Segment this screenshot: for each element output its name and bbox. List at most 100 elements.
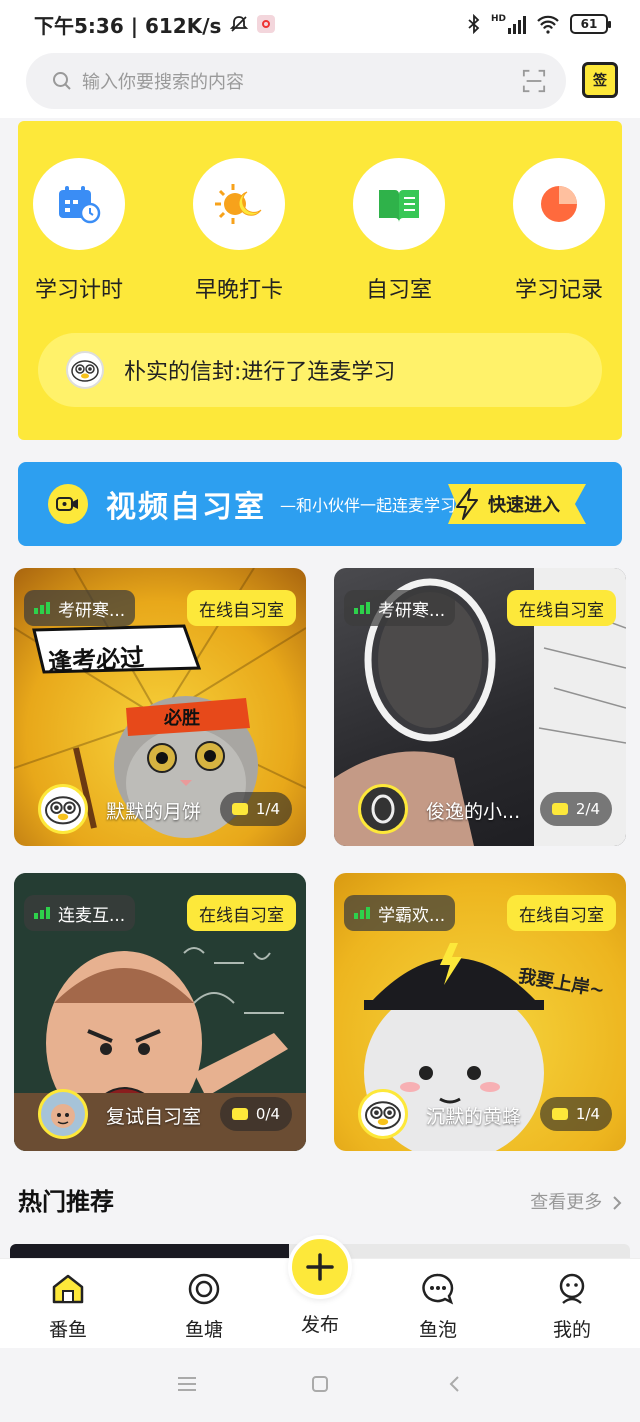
open-book-icon [379, 190, 419, 222]
home-square-icon[interactable] [311, 1375, 329, 1393]
shortcut-study-record[interactable]: 学习记录 [489, 158, 629, 304]
lightning-icon [456, 488, 478, 520]
host-name: 复试自习室 [106, 1106, 202, 1128]
room-card[interactable]: 连麦互... 在线自习室 复试自习室 0/4 [14, 873, 306, 1151]
online-badge: 在线自习室 [507, 590, 616, 626]
shortcut-panel: 学习计时 早晚打卡 自习室 学习记录 朴实的信封:进行了连麦学习 [18, 121, 622, 440]
shortcut-label: 早晚打卡 [194, 278, 283, 303]
fish-face-icon [365, 1101, 401, 1130]
signal-bars-icon [34, 602, 50, 614]
home-icon [50, 1271, 86, 1307]
nav-label: 鱼泡 [418, 1319, 457, 1341]
room-card[interactable]: 我要上岸~ 学霸欢... 在线自习室 沉默的黄蜂 1/4 [334, 873, 626, 1151]
ticker-avatar [66, 351, 104, 389]
seat-count-text: 1/4 [255, 800, 280, 818]
back-icon[interactable] [448, 1375, 460, 1393]
online-badge: 在线自习室 [187, 895, 296, 931]
chat-bubble-icon [420, 1271, 456, 1307]
fish-face-icon [71, 360, 99, 382]
online-badge: 在线自习室 [187, 590, 296, 626]
menu-icon[interactable] [177, 1376, 197, 1392]
sofa-icon [551, 1108, 568, 1120]
ring-light-icon [371, 794, 395, 824]
shortcut-study-timer[interactable]: 学习计时 [9, 158, 149, 304]
see-more-label: 查看更多 [530, 1192, 603, 1213]
wifi-icon [537, 15, 559, 34]
room-tag: 考研寒... [24, 590, 136, 626]
seat-count-text: 2/4 [575, 800, 600, 818]
shortcut-study-room[interactable]: 自习室 [329, 158, 469, 304]
room-tag: 连麦互... [24, 895, 136, 931]
app-notification-icon [257, 15, 276, 33]
signal-bars-icon [354, 907, 370, 919]
quick-enter-label: 快速进入 [488, 495, 560, 516]
shortcut-morning-night-checkin[interactable]: 早晚打卡 [169, 158, 309, 304]
search-row: 输入你要搜索的内容 签 [0, 48, 640, 118]
nav-item-profile[interactable]: 我的 [522, 1271, 622, 1342]
host-avatar[interactable] [38, 1089, 88, 1139]
nav-label: 番鱼 [48, 1319, 87, 1341]
bluetooth-icon [468, 14, 480, 34]
host-name: 俊逸的小... [426, 801, 521, 823]
seat-count-text: 0/4 [255, 1105, 280, 1123]
room-tag: 学霸欢... [344, 895, 456, 931]
seat-count: 1/4 [539, 1097, 612, 1131]
online-badge-text: 在线自习室 [199, 600, 284, 621]
nav-item-home[interactable]: 番鱼 [18, 1271, 118, 1342]
checkin-label: 签 [593, 73, 607, 89]
pie-chart-icon [541, 186, 577, 222]
profile-icon [554, 1271, 590, 1307]
room-card[interactable]: 考研寒... 在线自习室 俊逸的小... 2/4 [334, 568, 626, 846]
cover-caption: 逢考必过 [47, 643, 145, 677]
room-tag: 考研寒... [344, 590, 456, 626]
plus-icon [306, 1253, 334, 1281]
online-badge-text: 在线自习室 [519, 600, 604, 621]
cover-caption: 必胜 [164, 708, 200, 729]
calendar-clock-icon [59, 186, 101, 224]
quick-enter-button[interactable]: 快速进入 [448, 484, 586, 524]
sun-moon-icon [215, 184, 262, 224]
shortcut-label: 自习室 [365, 278, 432, 303]
banner-subtitle: —和小伙伴一起连麦学习 [280, 496, 457, 515]
online-badge-text: 在线自习室 [199, 905, 284, 926]
publish-button[interactable] [288, 1235, 352, 1299]
see-more-link[interactable]: 查看更多 [530, 1188, 622, 1214]
host-avatar[interactable] [358, 1089, 408, 1139]
sofa-icon [231, 803, 248, 815]
room-tag-text: 考研寒... [58, 600, 126, 621]
room-tag-text: 连麦互... [58, 905, 126, 926]
room-card[interactable]: 逢考必过 必胜 考研寒... 在线自习室 默默的月饼 1/4 [14, 568, 306, 846]
search-icon [53, 72, 71, 90]
search-input[interactable]: 输入你要搜索的内容 [26, 53, 566, 109]
system-nav-bar [0, 1348, 640, 1422]
checkin-calendar-button[interactable]: 签 [582, 62, 618, 98]
fish-face-icon [45, 796, 81, 825]
online-badge: 在线自习室 [507, 895, 616, 931]
banner-title: 视频自习室 [106, 490, 266, 525]
signal-icon: HD [491, 14, 526, 34]
seat-count: 0/4 [219, 1097, 292, 1131]
nav-item-bubble[interactable]: 鱼泡 [388, 1271, 488, 1342]
scan-icon[interactable] [522, 69, 546, 93]
host-avatar[interactable] [358, 784, 408, 834]
nav-label: 鱼塘 [184, 1319, 223, 1341]
nav-label: 我的 [552, 1319, 591, 1341]
host-name: 默默的月饼 [106, 801, 202, 823]
host-name: 沉默的黄蜂 [426, 1106, 522, 1128]
seat-count-text: 1/4 [575, 1105, 600, 1123]
status-bar: 下午5:36 | 612K/s HD 61 [0, 0, 640, 48]
status-time-speed: 下午5:36 | 612K/s [34, 13, 222, 38]
seat-count: 1/4 [219, 792, 292, 826]
bell-muted-icon [230, 16, 249, 32]
video-study-room-banner[interactable]: 视频自习室 —和小伙伴一起连麦学习 快速进入 [18, 462, 622, 546]
host-avatar[interactable] [38, 784, 88, 834]
video-camera-icon [48, 484, 88, 524]
network-type-label: HD [490, 14, 506, 24]
cartoon-face-icon [51, 1104, 75, 1128]
activity-ticker[interactable]: 朴实的信封:进行了连麦学习 [38, 333, 602, 407]
shortcut-label: 学习记录 [514, 278, 603, 303]
online-badge-text: 在线自习室 [519, 905, 604, 926]
room-tag-text: 学霸欢... [378, 905, 446, 926]
nav-item-pond[interactable]: 鱼塘 [154, 1271, 254, 1342]
publish-label: 发布 [300, 1314, 339, 1336]
